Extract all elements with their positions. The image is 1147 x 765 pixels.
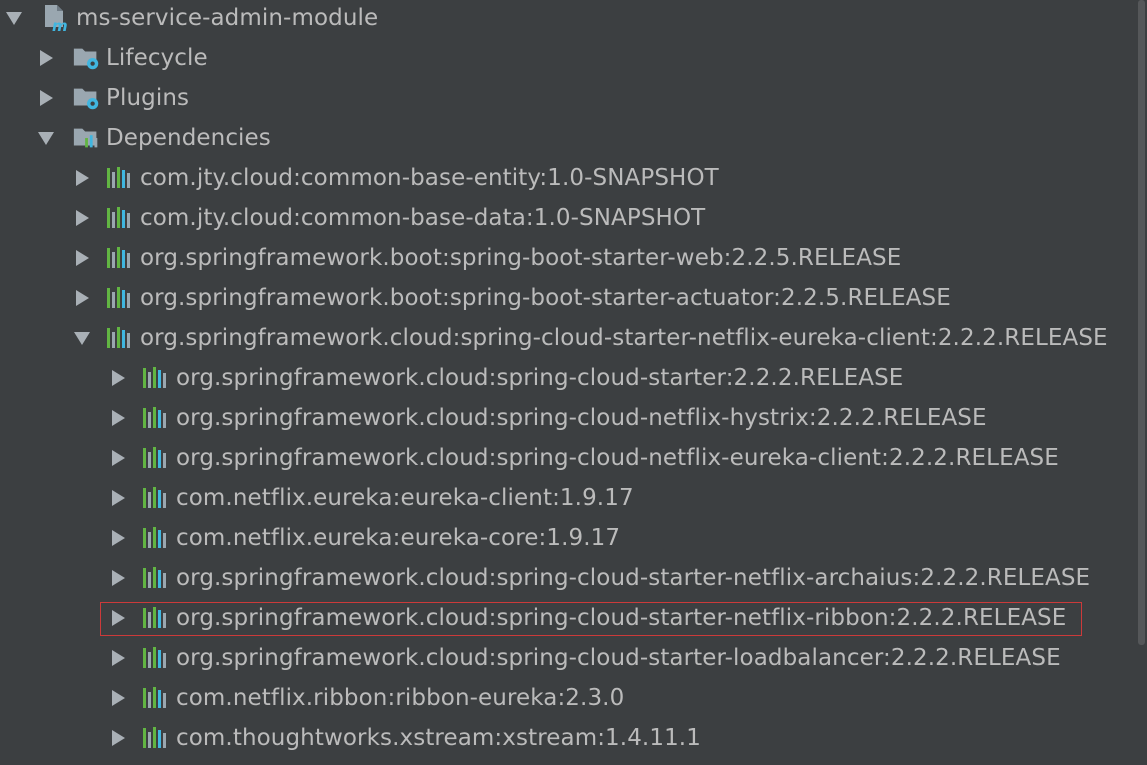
collapse-arrow-icon[interactable] [68, 290, 96, 306]
dependency-label: com.netflix.ribbon:ribbon-eureka:2.3.0 [176, 685, 625, 711]
library-icon [142, 445, 172, 471]
lifecycle-label: Lifecycle [106, 45, 208, 71]
library-icon [106, 325, 136, 351]
tree-row-dependency[interactable]: com.jty.cloud:common-base-data:1.0-SNAPS… [68, 198, 705, 238]
library-icon [106, 165, 136, 191]
plugins-folder-icon [72, 85, 102, 111]
library-icon [106, 285, 136, 311]
library-icon [142, 525, 172, 551]
dependency-label: org.springframework.cloud:spring-cloud-n… [176, 405, 987, 431]
tree-row-transitive-dependency[interactable]: org.springframework.cloud:spring-cloud-s… [104, 358, 903, 398]
tree-row-dependency[interactable]: org.springframework.boot:spring-boot-sta… [68, 278, 951, 318]
plugins-label: Plugins [106, 85, 190, 111]
library-icon [142, 365, 172, 391]
collapse-arrow-icon[interactable] [32, 90, 60, 106]
root-label: ms-service-admin-module [76, 5, 379, 31]
collapse-arrow-icon[interactable] [68, 250, 96, 266]
collapse-arrow-icon[interactable] [104, 650, 132, 666]
dependency-label: org.springframework.cloud:spring-cloud-s… [140, 325, 1108, 351]
expand-arrow-icon[interactable] [32, 131, 60, 145]
dependency-label: org.springframework.boot:spring-boot-sta… [140, 245, 902, 271]
collapse-arrow-icon[interactable] [68, 210, 96, 226]
dependency-label: com.netflix.eureka:eureka-core:1.9.17 [176, 525, 621, 551]
vertical-scrollbar[interactable] [1137, 0, 1147, 765]
collapse-arrow-icon[interactable] [104, 370, 132, 386]
tree-row-transitive-dependency[interactable]: com.netflix.eureka:eureka-client:1.9.17 [104, 478, 634, 518]
tree-row-dependency[interactable]: org.springframework.cloud:spring-cloud-s… [68, 318, 1108, 358]
collapse-arrow-icon[interactable] [104, 730, 132, 746]
collapse-arrow-icon[interactable] [104, 570, 132, 586]
dependency-label: org.springframework.cloud:spring-cloud-s… [176, 645, 1061, 671]
tree-row-lifecycle[interactable]: Lifecycle [32, 38, 208, 78]
svg-text:m: m [52, 17, 68, 33]
dependency-label: org.springframework.cloud:spring-cloud-n… [176, 445, 1059, 471]
dependency-label: com.jty.cloud:common-base-data:1.0-SNAPS… [140, 205, 706, 231]
tree-row-transitive-dependency[interactable]: com.netflix.ribbon:ribbon-eureka:2.3.0 [104, 678, 624, 718]
collapse-arrow-icon[interactable] [104, 450, 132, 466]
highlight-box [100, 602, 1082, 636]
library-icon [106, 245, 136, 271]
collapse-arrow-icon[interactable] [68, 170, 96, 186]
library-icon [142, 405, 172, 431]
expand-arrow-icon[interactable] [0, 11, 28, 25]
library-icon [142, 485, 172, 511]
collapse-arrow-icon[interactable] [104, 690, 132, 706]
library-icon [142, 565, 172, 591]
dependencies-folder-icon [72, 125, 102, 151]
expand-arrow-icon[interactable] [68, 331, 96, 345]
library-icon [142, 645, 172, 671]
dependency-label: org.springframework.cloud:spring-cloud-s… [176, 365, 904, 391]
collapse-arrow-icon[interactable] [104, 490, 132, 506]
library-icon [106, 205, 136, 231]
library-icon [142, 685, 172, 711]
collapse-arrow-icon[interactable] [104, 410, 132, 426]
tree-row-transitive-dependency[interactable]: org.springframework.cloud:spring-cloud-s… [104, 638, 1061, 678]
collapse-arrow-icon[interactable] [104, 530, 132, 546]
dependency-label: com.thoughtworks.xstream:xstream:1.4.11.… [176, 725, 701, 751]
collapse-arrow-icon[interactable] [32, 50, 60, 66]
dependency-label: com.jty.cloud:common-base-entity:1.0-SNA… [140, 165, 719, 191]
tree-row-dependencies[interactable]: Dependencies [32, 118, 271, 158]
maven-module-icon: m [42, 5, 72, 33]
scrollbar-thumb[interactable] [1138, 0, 1145, 645]
dependency-label: com.netflix.eureka:eureka-client:1.9.17 [176, 485, 634, 511]
tree-row-dependency[interactable]: org.springframework.boot:spring-boot-sta… [68, 238, 901, 278]
tree-row-transitive-dependency[interactable]: org.springframework.cloud:spring-cloud-n… [104, 398, 987, 438]
tree-row-root[interactable]: m ms-service-admin-module [0, 0, 378, 38]
tree-row-transitive-dependency[interactable]: com.thoughtworks.xstream:xstream:1.4.11.… [104, 718, 701, 758]
dependency-label: org.springframework.boot:spring-boot-sta… [140, 285, 951, 311]
library-icon [142, 725, 172, 751]
tree-row-transitive-dependency[interactable]: org.springframework.cloud:spring-cloud-n… [104, 438, 1059, 478]
dependency-label: org.springframework.cloud:spring-cloud-s… [176, 565, 1091, 591]
lifecycle-folder-icon [72, 45, 102, 71]
tree-row-dependency[interactable]: com.jty.cloud:common-base-entity:1.0-SNA… [68, 158, 719, 198]
tree-row-transitive-dependency[interactable]: com.netflix.eureka:eureka-core:1.9.17 [104, 518, 620, 558]
tree-row-plugins[interactable]: Plugins [32, 78, 189, 118]
dependencies-label: Dependencies [106, 125, 271, 151]
tree-row-transitive-dependency[interactable]: org.springframework.cloud:spring-cloud-s… [104, 558, 1090, 598]
